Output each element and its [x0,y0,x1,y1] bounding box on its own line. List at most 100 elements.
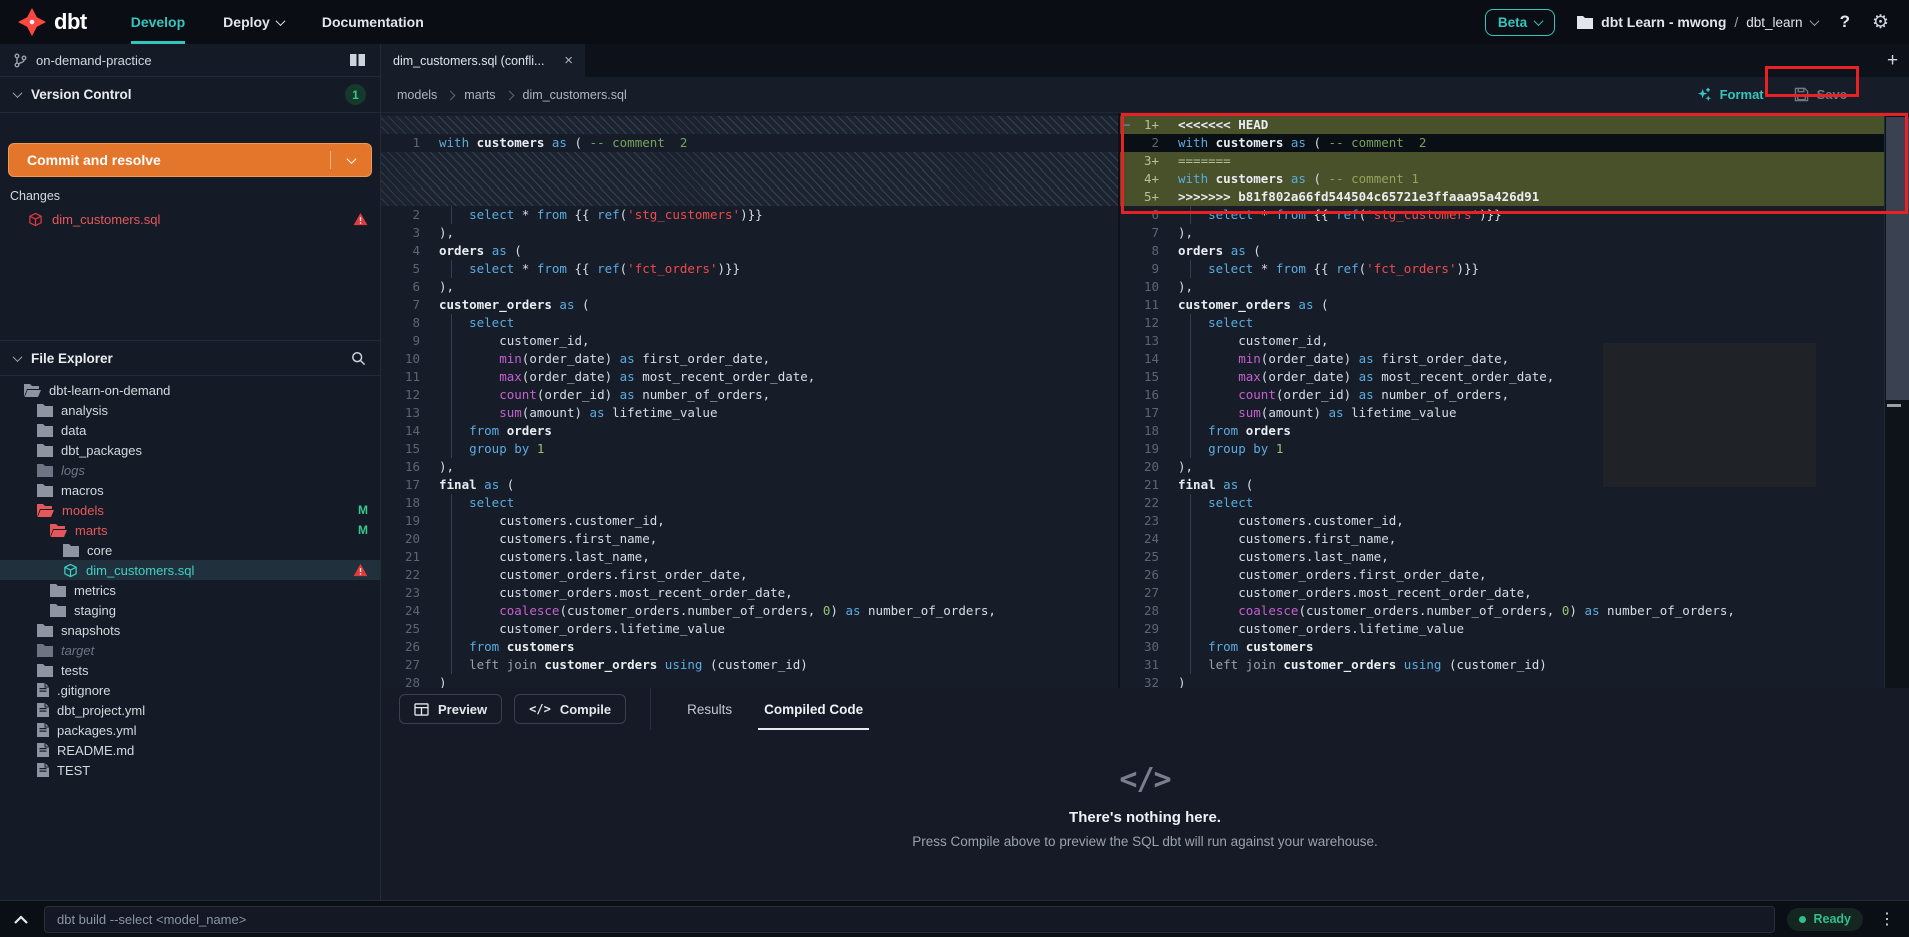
code-line[interactable]: 11customer_orders as ( [1120,296,1884,314]
code-line[interactable]: 9 select * from {{ ref('fct_orders')}} [1120,260,1884,278]
code-line[interactable]: 7customer_orders as ( [381,296,1118,314]
code-line[interactable]: 23 customers.customer_id, [1120,512,1884,530]
tree-item-dbt-project-yml[interactable]: dbt_project.yml [0,700,380,720]
code-line[interactable]: 28 coalesce(customer_orders.number_of_or… [1120,602,1884,620]
code-line[interactable]: 8orders as ( [1120,242,1884,260]
code-line[interactable]: 10), [1120,278,1884,296]
scrollbar-thumb[interactable] [1886,117,1909,400]
dbt-logo[interactable]: dbt [18,8,87,36]
tree-item-models[interactable]: modelsM [0,500,380,520]
code-line[interactable]: 14 from orders [381,422,1118,440]
code-line[interactable]: 26 customer_orders.first_order_date, [1120,566,1884,584]
save-button[interactable]: Save [1794,87,1847,102]
version-control-header[interactable]: Version Control 1 [0,77,380,113]
commit-button-label[interactable]: Commit and resolve [9,144,330,176]
commit-dropdown-toggle[interactable] [331,144,371,176]
tree-item-readme-md[interactable]: README.md [0,740,380,760]
tab-compiled-code[interactable]: Compiled Code [748,688,879,730]
code-line[interactable]: 18 select [381,494,1118,512]
nav-item-documentation[interactable]: Documentation [322,0,424,44]
tab-close-icon[interactable]: × [564,52,573,69]
tree-item-marts[interactable]: martsM [0,520,380,540]
code-line[interactable]: 21 customers.last_name, [381,548,1118,566]
compile-button[interactable]: </> Compile [514,694,626,724]
tree-item-macros[interactable]: macros [0,480,380,500]
code-line[interactable]: 5 select * from {{ ref('fct_orders')}} [381,260,1118,278]
tree-item-dbt-packages[interactable]: dbt_packages [0,440,380,460]
file-search-icon[interactable] [351,351,366,366]
code-line[interactable]: 15 group by 1 [381,440,1118,458]
code-line[interactable]: 22 customer_orders.first_order_date, [381,566,1118,584]
code-line[interactable]: 10 min(order_date) as first_order_date, [381,350,1118,368]
tree-item-dbt-learn-on-demand[interactable]: dbt-learn-on-demand [0,380,380,400]
code-line[interactable]: 5+>>>>>>> b81f802a66fd544504c65721e3ffaa… [1120,188,1884,206]
code-line[interactable]: 24 coalesce(customer_orders.number_of_or… [381,602,1118,620]
tree-item-tests[interactable]: tests [0,660,380,680]
new-tab-button[interactable]: + [1876,44,1909,77]
tree-item-analysis[interactable]: analysis [0,400,380,420]
code-line[interactable]: 6 select * from {{ ref('stg_customers')}… [1120,206,1884,224]
code-line[interactable]: 19 customers.customer_id, [381,512,1118,530]
code-line[interactable]: 1with customers as ( -- comment 2 [381,134,1118,152]
code-line[interactable]: 24 customers.first_name, [1120,530,1884,548]
code-line[interactable]: 2with customers as ( -- comment 2 [1120,134,1884,152]
code-line[interactable]: 22 select [1120,494,1884,512]
code-line[interactable]: 3+======= [1120,152,1884,170]
code-line[interactable]: 12 count(order_id) as number_of_orders, [381,386,1118,404]
code-line[interactable]: 7), [1120,224,1884,242]
command-input[interactable] [44,906,1775,933]
code-line[interactable]: 17final as ( [381,476,1118,494]
tree-item-metrics[interactable]: metrics [0,580,380,600]
beta-button[interactable]: Beta [1485,9,1555,36]
code-line[interactable]: 3), [381,224,1118,242]
code-line[interactable]: 13 sum(amount) as lifetime_value [381,404,1118,422]
code-line[interactable]: 23 customer_orders.most_recent_order_dat… [381,584,1118,602]
code-line[interactable]: 12 select [1120,314,1884,332]
editor-scrollbar[interactable] [1884,113,1909,688]
tree-item-dim-customers-sql[interactable]: dim_customers.sql [0,560,380,580]
changed-file-item[interactable]: dim_customers.sql [0,208,380,230]
tab-results[interactable]: Results [671,688,748,730]
code-line[interactable]: 4orders as ( [381,242,1118,260]
code-line[interactable]: 20 customers.first_name, [381,530,1118,548]
fold-icon[interactable]: − [1123,116,1131,134]
branch-indicator[interactable]: on-demand-practice [0,44,380,77]
file-explorer-header[interactable]: File Explorer [0,340,380,376]
settings-gear-button[interactable]: ⚙ [1872,13,1889,32]
tree-item-staging[interactable]: staging [0,600,380,620]
code-line[interactable]: 1+−<<<<<<< HEAD [1120,116,1884,134]
code-line[interactable]: 25 customers.last_name, [1120,548,1884,566]
nav-item-deploy[interactable]: Deploy [223,0,284,44]
tree-item-test[interactable]: TEST [0,760,380,780]
overflow-menu-button[interactable]: ⋮ [1875,909,1899,929]
code-line[interactable]: 16), [381,458,1118,476]
tree-item-logs[interactable]: logs [0,460,380,480]
tree-item-data[interactable]: data [0,420,380,440]
code-line[interactable]: 27 customer_orders.most_recent_order_dat… [1120,584,1884,602]
code-line[interactable]: 8 select [381,314,1118,332]
format-button[interactable]: Format [1697,87,1764,102]
code-line[interactable]: 9 customer_id, [381,332,1118,350]
help-button[interactable]: ? [1840,12,1850,32]
code-line[interactable]: 4+with customers as ( -- comment 1 [1120,170,1884,188]
code-line[interactable]: 31 left join customer_orders using (cust… [1120,656,1884,674]
tree-item-packages-yml[interactable]: packages.yml [0,720,380,740]
tree-item-snapshots[interactable]: snapshots [0,620,380,640]
project-selector[interactable]: dbt Learn - mwong / dbt_learn [1577,14,1817,30]
code-line[interactable]: 2 select * from {{ ref('stg_customers')}… [381,206,1118,224]
code-line[interactable]: 28) [381,674,1118,688]
code-line[interactable]: 6), [381,278,1118,296]
preview-button[interactable]: Preview [399,694,502,724]
commit-and-resolve-button[interactable]: Commit and resolve [8,143,372,177]
nav-item-develop[interactable]: Develop [131,0,185,44]
code-line[interactable]: 26 from customers [381,638,1118,656]
code-line[interactable]: 32) [1120,674,1884,688]
tree-item-core[interactable]: core [0,540,380,560]
code-line[interactable]: 25 customer_orders.lifetime_value [381,620,1118,638]
docs-book-icon[interactable] [349,53,366,67]
code-line[interactable]: 30 from customers [1120,638,1884,656]
tree-item--gitignore[interactable]: .gitignore [0,680,380,700]
code-line[interactable]: 11 max(order_date) as most_recent_order_… [381,368,1118,386]
tree-item-target[interactable]: target [0,640,380,660]
expand-command-bar-button[interactable] [10,915,32,924]
